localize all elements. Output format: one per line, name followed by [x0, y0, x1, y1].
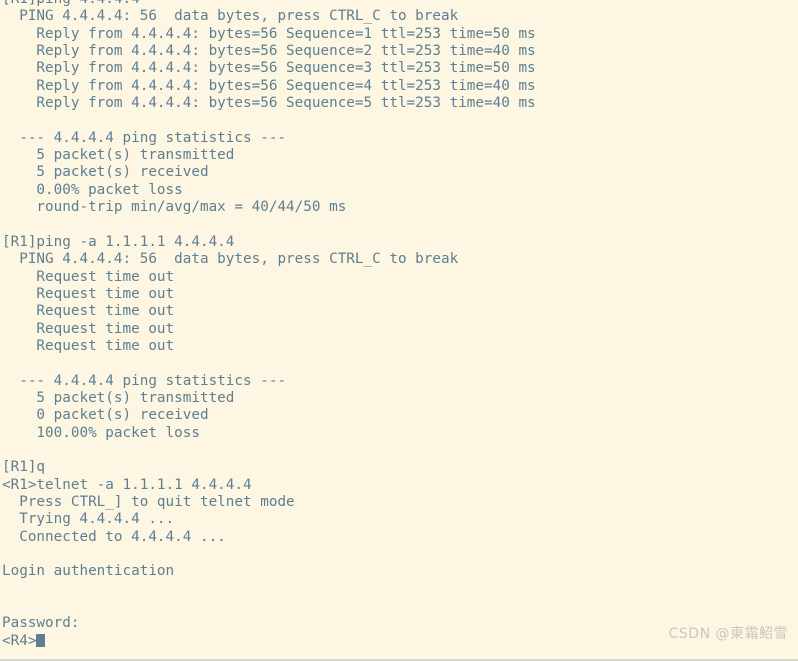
terminal-line: Connected to 4.4.4.4 ...	[2, 528, 226, 545]
text-cursor	[36, 633, 46, 647]
prompt-text: <R4>	[2, 632, 37, 649]
terminal-line: 5 packet(s) transmitted	[2, 389, 235, 406]
terminal-line: PING 4.4.4.4: 56 data bytes, press CTRL_…	[2, 251, 459, 268]
watermark-text: CSDN @東霜鮉雪	[668, 626, 788, 642]
terminal-line: Request time out	[2, 337, 175, 354]
terminal-line: Reply from 4.4.4.4: bytes=56 Sequence=2 …	[2, 43, 536, 60]
terminal-line: --- 4.4.4.4 ping statistics ---	[2, 372, 287, 389]
terminal-line: Request time out	[2, 268, 175, 285]
terminal-line: 5 packet(s) received	[2, 164, 209, 181]
terminal-line: Press CTRL_] to quit telnet mode	[2, 493, 295, 510]
terminal-line: Reply from 4.4.4.4: bytes=56 Sequence=3 …	[2, 60, 536, 77]
terminal-line: PING 4.4.4.4: 56 data bytes, press CTRL_…	[2, 8, 459, 25]
terminal-line: Reply from 4.4.4.4: bytes=56 Sequence=4 …	[2, 77, 536, 94]
terminal-line: round-trip min/avg/max = 40/44/50 ms	[2, 199, 347, 216]
terminal-output[interactable]: [R1]ping 4.4.4.4 PING 4.4.4.4: 56 data b…	[0, 0, 798, 650]
terminal-line: <R1>telnet -a 1.1.1.1 4.4.4.4	[2, 476, 252, 493]
terminal-line: Request time out	[2, 285, 175, 302]
terminal-line: Request time out	[2, 303, 175, 320]
terminal-line: 0.00% packet loss	[2, 181, 183, 198]
terminal-window: [R1]ping 4.4.4.4 PING 4.4.4.4: 56 data b…	[0, 0, 798, 661]
terminal-line: [R1]ping -a 1.1.1.1 4.4.4.4	[2, 233, 235, 250]
terminal-line: 0 packet(s) received	[2, 407, 209, 424]
terminal-line: 5 packet(s) transmitted	[2, 147, 235, 164]
terminal-line: 100.00% packet loss	[2, 424, 200, 441]
terminal-line: --- 4.4.4.4 ping statistics ---	[2, 129, 287, 146]
terminal-line: Login authentication	[2, 563, 175, 580]
terminal-line: Reply from 4.4.4.4: bytes=56 Sequence=1 …	[2, 25, 536, 42]
terminal-line: Trying 4.4.4.4 ...	[2, 511, 175, 528]
terminal-line: [R1]q	[2, 459, 46, 476]
terminal-line: [R1]ping 4.4.4.4	[0, 0, 798, 8]
terminal-line: Request time out	[2, 320, 175, 337]
terminal-line: Reply from 4.4.4.4: bytes=56 Sequence=5 …	[2, 95, 536, 112]
